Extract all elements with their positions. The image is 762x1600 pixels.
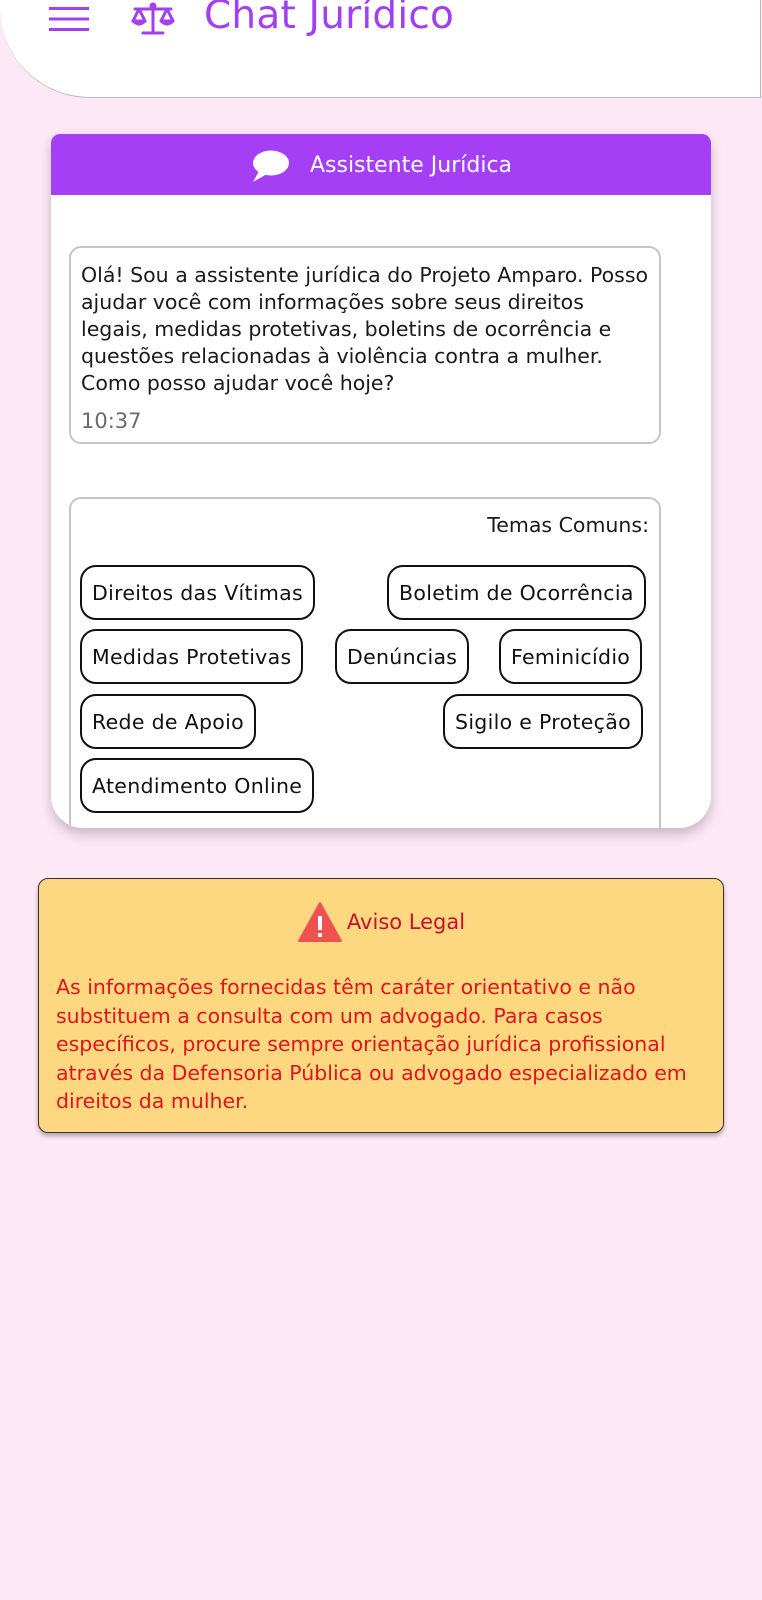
legal-notice-text: As informações fornecidas têm caráter or… bbox=[56, 975, 687, 1113]
chat-bubble-icon bbox=[252, 150, 289, 182]
topic-chip-sigilo-e-protecao[interactable]: Sigilo e Proteção bbox=[443, 694, 643, 749]
hamburger-menu-icon[interactable] bbox=[49, 5, 89, 33]
app-bar: Chat Jurídico bbox=[0, 0, 761, 98]
chat-header-title: Assistente Jurídica bbox=[309, 153, 513, 178]
message-timestamp: 10:37 bbox=[81, 409, 142, 433]
chat-card: Assistente Jurídica Olá! Sou a assistent… bbox=[51, 134, 711, 828]
legal-notice-title: Aviso Legal bbox=[346, 910, 466, 934]
topic-chip-direitos-das-vitimas[interactable]: Direitos das Vítimas bbox=[80, 565, 315, 620]
page-title: Chat Jurídico bbox=[204, 0, 455, 38]
message-text: Olá! Sou a assistente jurídica do Projet… bbox=[81, 263, 649, 395]
topic-chip-feminicidio[interactable]: Feminicídio bbox=[499, 629, 643, 684]
warning-triangle-icon bbox=[297, 902, 342, 942]
topics-title: Temas Comuns: bbox=[487, 513, 649, 537]
chat-header: Assistente Jurídica bbox=[51, 134, 711, 195]
topic-chip-medidas-protetivas[interactable]: Medidas Protetivas bbox=[80, 629, 304, 684]
common-topics-panel: Temas Comuns: Direitos das Vítimas Bolet… bbox=[69, 497, 661, 828]
topic-chip-atendimento-online[interactable]: Atendimento Online bbox=[80, 758, 315, 813]
assistant-message: Olá! Sou a assistente jurídica do Projet… bbox=[69, 246, 661, 444]
scale-of-justice-icon bbox=[131, 2, 175, 35]
legal-notice: Aviso Legal As informações fornecidas tê… bbox=[38, 878, 724, 1133]
topic-chip-rede-de-apoio[interactable]: Rede de Apoio bbox=[80, 694, 256, 749]
topic-chip-denuncias[interactable]: Denúncias bbox=[335, 629, 470, 684]
topic-chip-boletim-de-ocorrencia[interactable]: Boletim de Ocorrência bbox=[387, 565, 646, 620]
legal-notice-heading: Aviso Legal bbox=[39, 901, 723, 943]
